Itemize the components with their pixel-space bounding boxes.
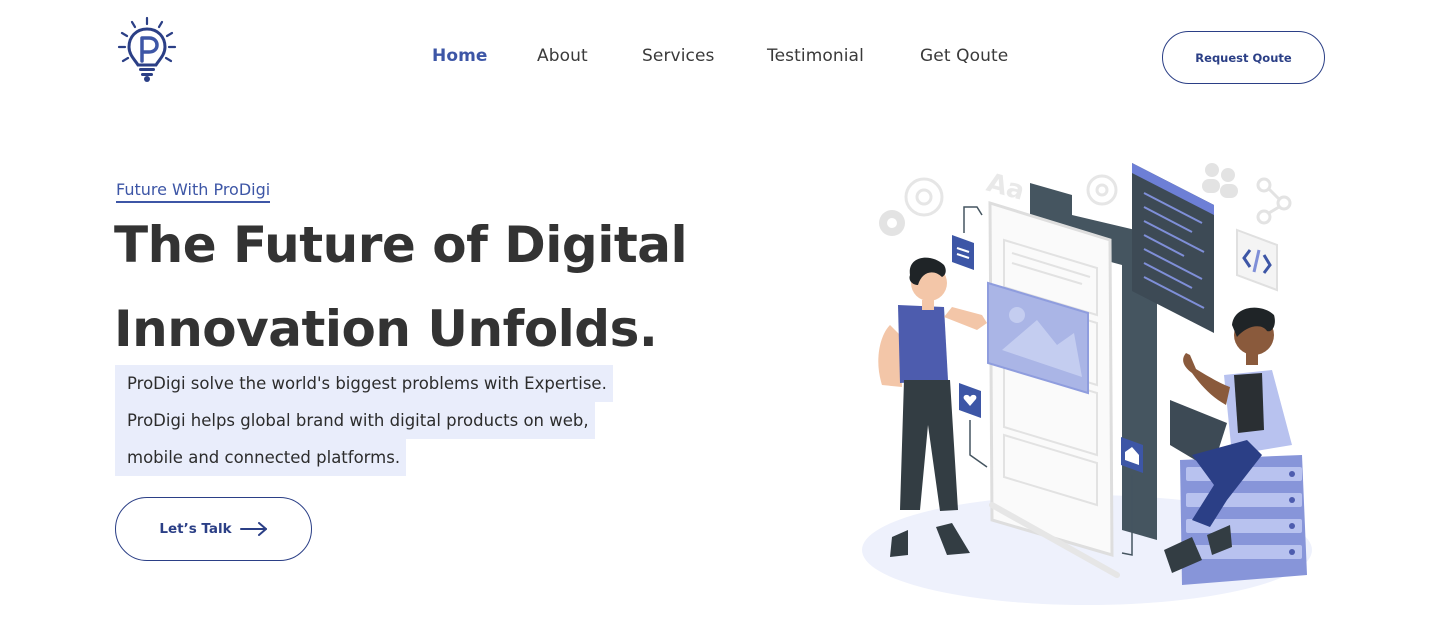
heart-icon — [959, 383, 988, 468]
prodigi-logo-icon[interactable] — [116, 16, 178, 84]
hero-headline: The Future of Digital Innovation Unfolds… — [114, 203, 754, 371]
hero-description: ProDigi solve the world's biggest proble… — [115, 365, 655, 476]
nav-get-quote[interactable]: Get Qoute — [920, 46, 1008, 66]
hero-description-line: mobile and connected platforms. — [115, 439, 407, 476]
hero-illustration: Aa — [862, 163, 1312, 605]
arrow-right-icon — [239, 522, 267, 536]
nav-home[interactable]: Home — [432, 46, 488, 66]
hero-description-line: ProDigi helps global brand with digital … — [115, 402, 595, 439]
users-icon — [1202, 163, 1238, 198]
lets-talk-button[interactable]: Let’s Talk — [115, 497, 312, 561]
request-quote-button[interactable]: Request Qoute — [1162, 31, 1325, 84]
nav-services[interactable]: Services — [642, 46, 715, 66]
hero-eyebrow: Future With ProDigi — [116, 180, 271, 203]
hero-description-line: ProDigi solve the world's biggest proble… — [115, 365, 613, 402]
code-icon — [1236, 228, 1278, 292]
gear-icon — [879, 210, 905, 236]
hero-headline-line-2: Innovation Unfolds. — [114, 300, 658, 358]
phone-device — [988, 200, 1120, 578]
decorative-text-glyph: Aa — [983, 168, 1027, 207]
lets-talk-label: Let’s Talk — [159, 521, 232, 537]
share-icon — [1256, 177, 1292, 225]
nav-about[interactable]: About — [537, 46, 588, 66]
nav-testimonial[interactable]: Testimonial — [767, 46, 864, 66]
hero-headline-line-1: The Future of Digital — [114, 216, 688, 274]
document-icon — [952, 206, 983, 270]
